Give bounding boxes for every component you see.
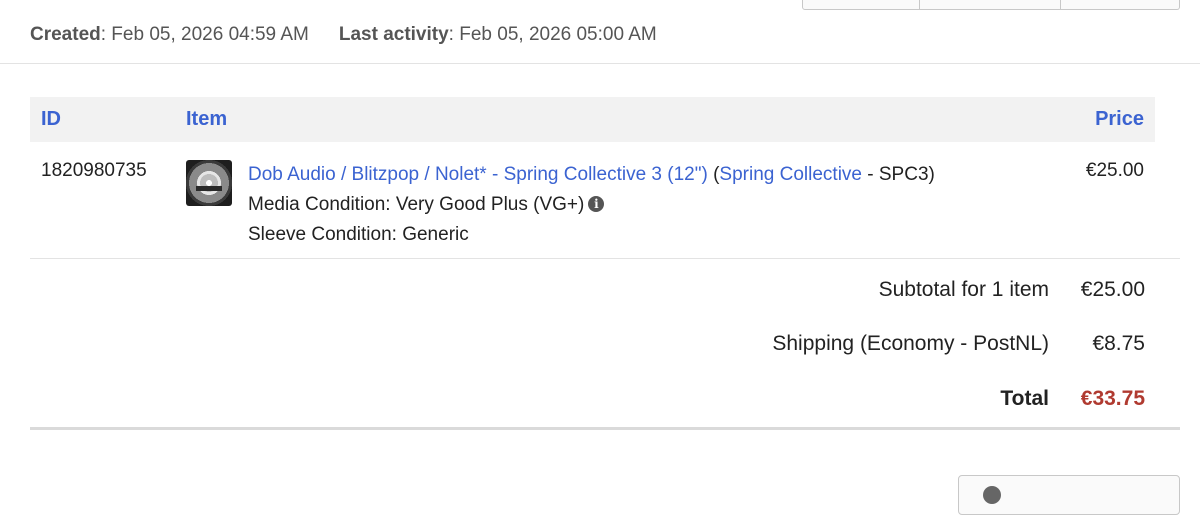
top-action-button-2[interactable] xyxy=(920,0,1061,10)
label-open: ( xyxy=(707,164,720,185)
created-value: : Feb 05, 2026 04:59 AM xyxy=(100,24,309,45)
bottom-action-button[interactable] xyxy=(958,475,1180,515)
total-line: Total €33.75 xyxy=(1000,387,1145,411)
info-circle-icon[interactable]: i xyxy=(588,196,605,212)
last-activity-label: Last activity xyxy=(338,24,449,45)
top-action-button-1[interactable] xyxy=(802,0,920,10)
summary-divider xyxy=(30,427,1180,430)
item-id: 1820980735 xyxy=(41,160,147,181)
shipping-label: Shipping (Economy - PostNL) xyxy=(772,332,1049,355)
divider xyxy=(0,63,1200,64)
row-divider xyxy=(30,258,1180,259)
subtotal-label: Subtotal for 1 item xyxy=(878,278,1049,301)
subtotal-value: €25.00 xyxy=(1080,278,1145,301)
record-thumbnail[interactable] xyxy=(186,160,232,206)
sleeve-condition: Sleeve Condition: Generic xyxy=(248,224,469,245)
column-header-id[interactable]: ID xyxy=(41,108,61,131)
top-button-group xyxy=(802,0,1180,10)
table-row: 1820980735 Dob Audio / Blitzpop / Nolet*… xyxy=(30,142,1180,258)
created-label: Created xyxy=(30,24,101,45)
column-header-price[interactable]: Price xyxy=(1095,108,1144,131)
release-title-link[interactable]: Dob Audio / Blitzpop / Nolet* - Spring C… xyxy=(248,164,708,185)
order-meta: Created: Feb 05, 2026 04:59 AM Last activ… xyxy=(30,24,657,46)
table-header: ID Item Price xyxy=(30,97,1155,142)
label-link[interactable]: Spring Collective xyxy=(719,164,862,185)
total-label: Total xyxy=(1000,387,1049,410)
shipping-value: €8.75 xyxy=(1092,332,1145,355)
button-icon xyxy=(983,486,1001,504)
subtotal-line: Subtotal for 1 item €25.00 xyxy=(879,278,1145,302)
total-value: €33.75 xyxy=(1080,387,1145,410)
shipping-line: Shipping (Economy - PostNL) €8.75 xyxy=(772,332,1145,356)
catalog-number: - SPC3) xyxy=(862,164,935,185)
column-header-item[interactable]: Item xyxy=(186,108,227,131)
item-price: €25.00 xyxy=(1085,160,1144,181)
last-activity-value: : Feb 05, 2026 05:00 AM xyxy=(448,24,657,45)
media-condition: Media Condition: Very Good Plus (VG+) xyxy=(248,194,585,215)
top-action-button-3[interactable] xyxy=(1061,0,1180,10)
item-description: Dob Audio / Blitzpop / Nolet* - Spring C… xyxy=(248,160,935,250)
